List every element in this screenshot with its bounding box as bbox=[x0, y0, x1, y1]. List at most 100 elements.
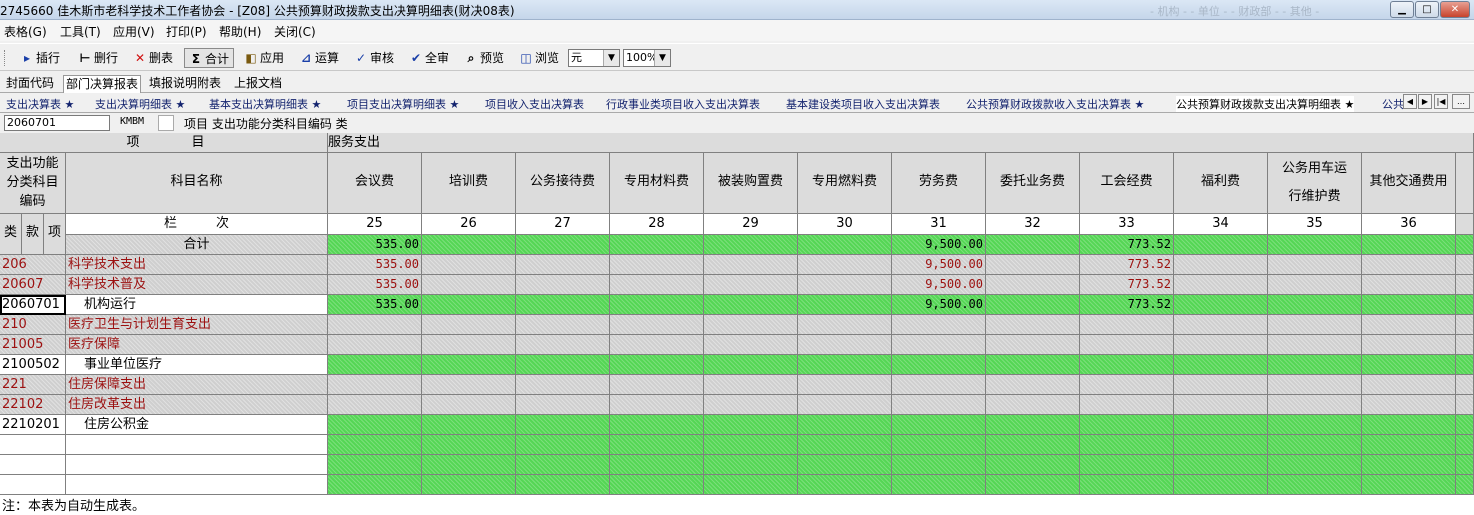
data-cell[interactable] bbox=[1268, 235, 1362, 255]
data-cell[interactable] bbox=[704, 235, 798, 255]
data-cell[interactable] bbox=[986, 395, 1080, 415]
data-cell[interactable] bbox=[1362, 395, 1456, 415]
data-cell[interactable] bbox=[422, 295, 516, 315]
data-cell[interactable] bbox=[986, 275, 1080, 295]
data-cell[interactable] bbox=[986, 235, 1080, 255]
data-cell[interactable] bbox=[1268, 315, 1362, 335]
menu-table[interactable]: 表格(G) bbox=[4, 23, 47, 40]
tab-expenditure[interactable]: 支出决算表 ★ bbox=[6, 96, 74, 112]
cell-code-input[interactable]: 2060701 bbox=[4, 115, 110, 131]
data-cell[interactable] bbox=[1268, 395, 1362, 415]
row-code[interactable]: 206 bbox=[0, 255, 66, 275]
data-cell[interactable] bbox=[1362, 275, 1456, 295]
tab-public-budget-detail[interactable]: 公共预算财政拨款支出决算明细表 ★ bbox=[1176, 96, 1355, 112]
data-cell[interactable] bbox=[1174, 315, 1268, 335]
data-cell[interactable] bbox=[798, 355, 892, 375]
data-cell[interactable] bbox=[986, 435, 1080, 455]
data-cell[interactable] bbox=[1362, 455, 1456, 475]
data-cell[interactable] bbox=[516, 315, 610, 335]
data-cell[interactable] bbox=[1268, 255, 1362, 275]
data-cell[interactable]: 9,500.00 bbox=[892, 295, 986, 315]
data-cell[interactable] bbox=[704, 415, 798, 435]
menu-help[interactable]: 帮助(H) bbox=[219, 23, 261, 40]
maximize-button[interactable]: □ bbox=[1415, 1, 1439, 18]
data-cell[interactable] bbox=[1080, 335, 1174, 355]
data-cell[interactable] bbox=[516, 435, 610, 455]
data-cell[interactable] bbox=[610, 355, 704, 375]
data-cell[interactable] bbox=[1174, 375, 1268, 395]
data-cell[interactable] bbox=[1362, 335, 1456, 355]
data-cell[interactable] bbox=[1362, 475, 1456, 495]
tab-instructions[interactable]: 填报说明附表 bbox=[147, 75, 223, 93]
data-cell[interactable] bbox=[986, 475, 1080, 495]
data-cell[interactable] bbox=[798, 255, 892, 275]
data-cell[interactable] bbox=[1362, 355, 1456, 375]
data-cell[interactable] bbox=[1174, 335, 1268, 355]
data-cell[interactable] bbox=[704, 295, 798, 315]
row-code[interactable]: 20607 bbox=[0, 275, 66, 295]
row-code[interactable]: 2100502 bbox=[0, 355, 66, 375]
data-cell[interactable] bbox=[1362, 235, 1456, 255]
data-cell[interactable] bbox=[610, 255, 704, 275]
audit-all-button[interactable]: ✔ 全审 bbox=[409, 48, 449, 68]
data-cell[interactable] bbox=[986, 415, 1080, 435]
row-code[interactable]: 21005 bbox=[0, 335, 66, 355]
data-cell[interactable] bbox=[704, 315, 798, 335]
insert-row-button[interactable]: ▸ 插行 bbox=[20, 48, 60, 68]
data-cell[interactable] bbox=[798, 375, 892, 395]
tab-first-icon[interactable]: |◀ bbox=[1434, 94, 1448, 109]
data-cell[interactable] bbox=[516, 295, 610, 315]
data-cell[interactable] bbox=[892, 435, 986, 455]
total-button[interactable]: Σ 合计 bbox=[184, 48, 235, 68]
row-code[interactable]: 2210201 bbox=[0, 415, 66, 435]
data-cell[interactable] bbox=[610, 375, 704, 395]
data-cell[interactable]: 773.52 bbox=[1080, 235, 1174, 255]
data-cell[interactable] bbox=[422, 255, 516, 275]
data-cell[interactable] bbox=[1174, 255, 1268, 275]
data-cell[interactable] bbox=[1362, 255, 1456, 275]
data-cell[interactable] bbox=[1174, 475, 1268, 495]
data-cell[interactable] bbox=[892, 355, 986, 375]
data-cell[interactable] bbox=[328, 355, 422, 375]
data-cell[interactable] bbox=[516, 335, 610, 355]
data-cell[interactable] bbox=[422, 455, 516, 475]
minimize-button[interactable]: ▁ bbox=[1390, 1, 1414, 18]
data-cell[interactable] bbox=[704, 375, 798, 395]
data-cell[interactable] bbox=[1268, 415, 1362, 435]
data-cell[interactable]: 9,500.00 bbox=[892, 255, 986, 275]
data-cell[interactable] bbox=[516, 355, 610, 375]
data-cell[interactable] bbox=[328, 475, 422, 495]
data-cell[interactable] bbox=[892, 415, 986, 435]
data-cell[interactable] bbox=[704, 455, 798, 475]
delete-row-button[interactable]: ⊢ 删行 bbox=[78, 48, 119, 68]
data-cell[interactable] bbox=[328, 395, 422, 415]
tab-admin-project[interactable]: 行政事业类项目收入支出决算表 bbox=[606, 96, 760, 112]
data-cell[interactable] bbox=[1080, 435, 1174, 455]
data-cell[interactable] bbox=[1268, 435, 1362, 455]
data-cell[interactable] bbox=[1268, 355, 1362, 375]
data-cell[interactable] bbox=[610, 415, 704, 435]
data-cell[interactable] bbox=[1080, 395, 1174, 415]
data-cell[interactable] bbox=[1080, 455, 1174, 475]
data-cell[interactable] bbox=[798, 455, 892, 475]
data-cell[interactable] bbox=[516, 455, 610, 475]
data-cell[interactable] bbox=[1268, 275, 1362, 295]
data-cell[interactable] bbox=[986, 455, 1080, 475]
data-cell[interactable] bbox=[610, 315, 704, 335]
row-code[interactable]: 2060701 bbox=[0, 295, 66, 315]
menu-close[interactable]: 关闭(C) bbox=[274, 23, 316, 40]
data-cell[interactable] bbox=[328, 335, 422, 355]
data-cell[interactable] bbox=[986, 295, 1080, 315]
data-cell[interactable] bbox=[1268, 455, 1362, 475]
data-cell[interactable]: 9,500.00 bbox=[892, 235, 986, 255]
tab-basic-expenditure-detail[interactable]: 基本支出决算明细表 ★ bbox=[209, 96, 321, 112]
data-cell[interactable] bbox=[610, 275, 704, 295]
data-cell[interactable] bbox=[798, 395, 892, 415]
data-cell[interactable] bbox=[422, 475, 516, 495]
calculate-button[interactable]: ⊿ 运算 bbox=[299, 48, 339, 68]
data-cell[interactable] bbox=[892, 395, 986, 415]
audit-button[interactable]: ✓ 审核 bbox=[354, 48, 394, 68]
data-cell[interactable] bbox=[892, 375, 986, 395]
data-cell[interactable]: 535.00 bbox=[328, 255, 422, 275]
data-cell[interactable] bbox=[610, 435, 704, 455]
